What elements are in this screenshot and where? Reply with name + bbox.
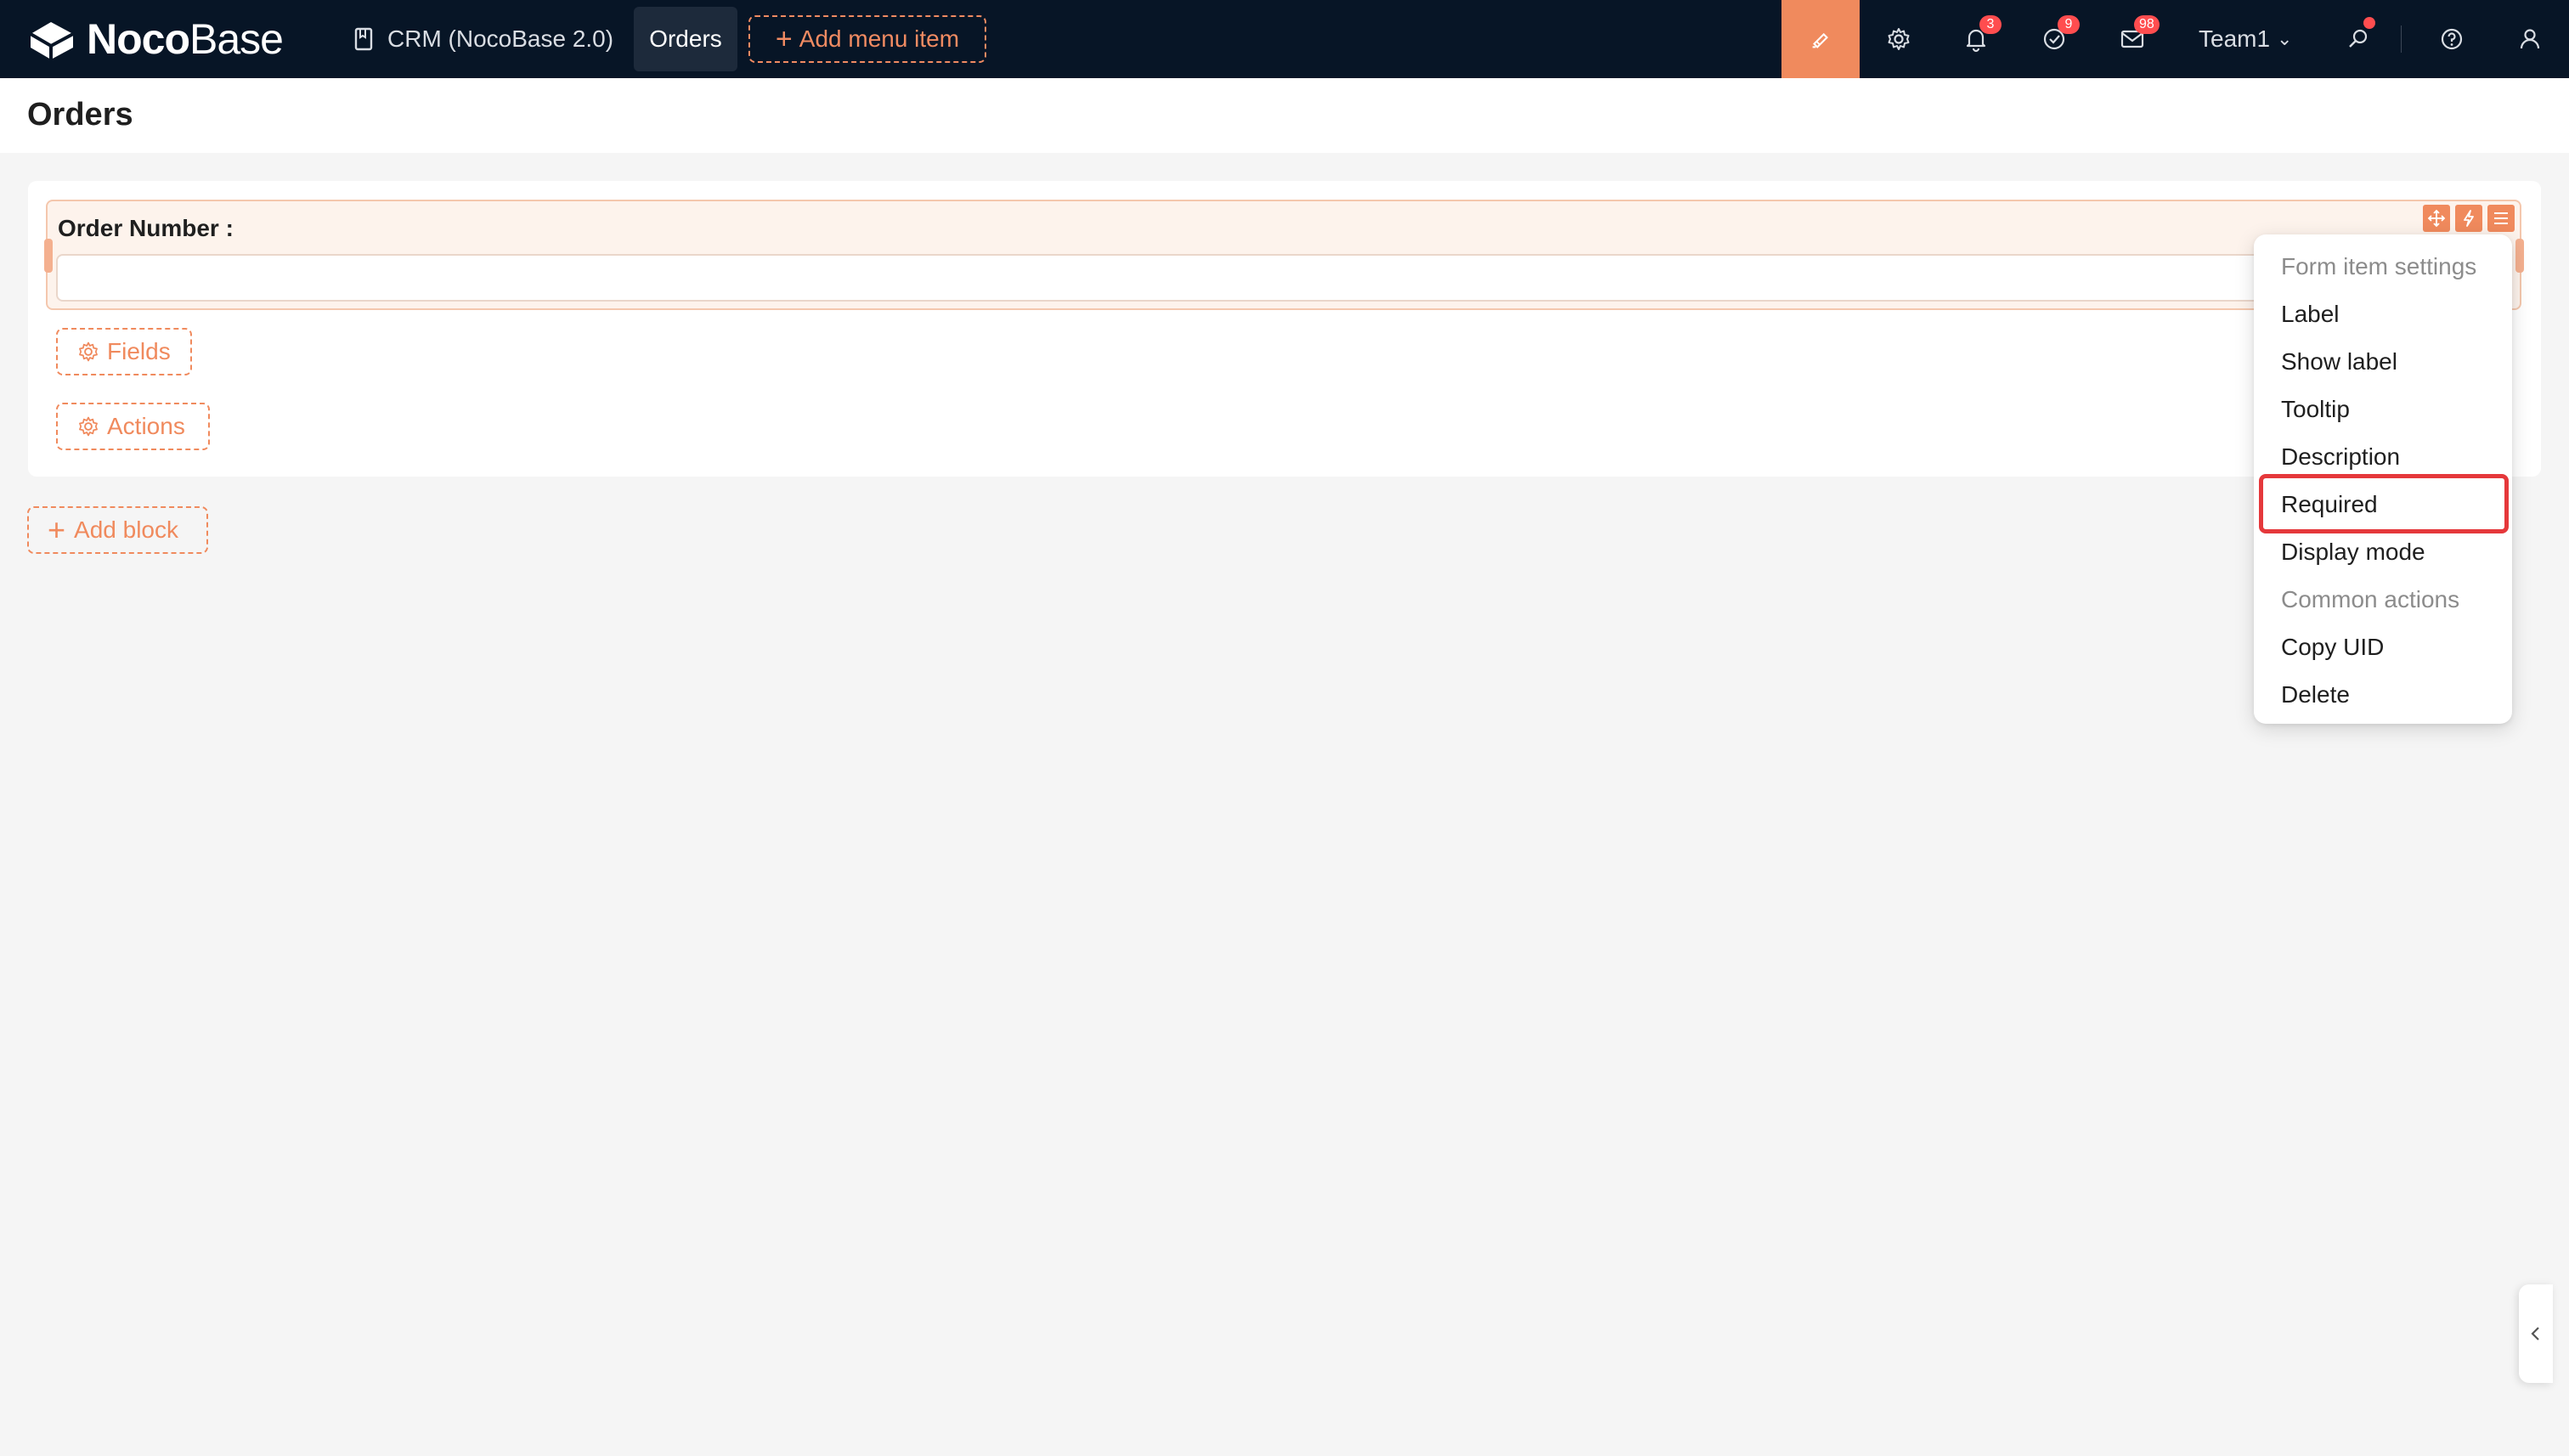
configure-fields-button[interactable]: Fields bbox=[56, 328, 192, 375]
resize-handle-right[interactable] bbox=[2515, 239, 2524, 273]
plus-icon: + bbox=[48, 512, 66, 547]
plus-icon: + bbox=[775, 23, 793, 55]
order-number-label: Order Number : bbox=[58, 215, 234, 241]
page-header: Orders bbox=[0, 78, 2569, 153]
menu-group-common-actions: Common actions bbox=[2281, 586, 2460, 612]
highlighter-icon bbox=[1812, 32, 1828, 48]
page-title: Orders bbox=[27, 97, 133, 133]
configure-actions-button[interactable]: Actions bbox=[56, 403, 210, 450]
side-panel-toggle[interactable] bbox=[2519, 1284, 2553, 1383]
gear-icon bbox=[79, 416, 98, 437]
search-button[interactable] bbox=[2336, 17, 2380, 61]
menu-item-show-label[interactable]: Show label bbox=[2254, 338, 2512, 386]
menu-item-label[interactable]: Label bbox=[2254, 291, 2512, 338]
menu-item-orders[interactable]: Orders bbox=[634, 7, 737, 71]
navbar-divider bbox=[2401, 25, 2402, 53]
menu-item-display-mode[interactable]: Display mode bbox=[2254, 528, 2512, 576]
add-block-label: Add block bbox=[74, 516, 178, 543]
order-number-input[interactable] bbox=[56, 254, 2503, 302]
menu-item-crm[interactable]: CRM (NocoBase 2.0) bbox=[340, 7, 627, 71]
resize-handle-left[interactable] bbox=[44, 239, 53, 273]
team-switcher[interactable]: Team1 ⌄ bbox=[2199, 22, 2292, 56]
top-navbar: NocoBase CRM (NocoBase 2.0) Orders + Add… bbox=[0, 0, 2569, 78]
settings-button[interactable] bbox=[1877, 17, 1921, 61]
question-circle-icon bbox=[2441, 28, 2463, 50]
task-badge: 9 bbox=[2058, 15, 2080, 34]
actions-button-label: Actions bbox=[107, 413, 185, 439]
nocobase-logo-icon bbox=[29, 22, 74, 59]
lightning-icon bbox=[2464, 210, 2474, 227]
fields-button-label: Fields bbox=[107, 338, 171, 364]
search-icon bbox=[2349, 29, 2368, 48]
help-button[interactable] bbox=[2430, 17, 2474, 61]
nocobase-logo[interactable]: NocoBase bbox=[25, 15, 284, 63]
required-highlight-box bbox=[2259, 474, 2509, 533]
user-button[interactable] bbox=[2508, 17, 2552, 61]
logo-text: NocoBase bbox=[87, 15, 284, 63]
linkage-rules-button[interactable] bbox=[2455, 205, 2482, 232]
ui-editor-toggle-button[interactable] bbox=[1781, 0, 1860, 78]
gear-icon bbox=[1888, 28, 1910, 50]
form-item-toolbar bbox=[2423, 205, 2515, 232]
document-icon bbox=[354, 27, 373, 51]
chevron-down-icon: ⌄ bbox=[2277, 28, 2293, 49]
menu-group-form-item-settings: Form item settings bbox=[2281, 253, 2477, 279]
search-dot bbox=[2363, 17, 2375, 29]
mail-button[interactable]: 98 bbox=[2110, 15, 2160, 61]
team-label: Team1 bbox=[2199, 25, 2271, 52]
menu-lines-icon bbox=[2494, 212, 2508, 224]
menu-item-orders-label: Orders bbox=[649, 25, 722, 52]
add-block-button[interactable]: + Add block bbox=[27, 506, 208, 554]
menu-item-crm-label: CRM (NocoBase 2.0) bbox=[387, 25, 614, 52]
gear-icon bbox=[79, 341, 98, 362]
mail-badge: 98 bbox=[2134, 15, 2160, 34]
menu-item-delete[interactable]: Delete bbox=[2254, 671, 2512, 719]
menu-item-tooltip[interactable]: Tooltip bbox=[2254, 386, 2512, 433]
user-icon bbox=[2520, 29, 2540, 49]
notifications-button[interactable]: 3 bbox=[1954, 15, 2002, 61]
menu-item-copy-uid[interactable]: Copy UID bbox=[2254, 624, 2512, 671]
form-item-settings-button[interactable] bbox=[2487, 205, 2515, 232]
chevron-left-icon bbox=[2531, 1327, 2539, 1340]
form-item-order-number[interactable]: Order Number : bbox=[44, 200, 2524, 310]
tasks-button[interactable]: 9 bbox=[2032, 15, 2080, 61]
add-menu-item-label: Add menu item bbox=[799, 25, 960, 52]
drag-move-icon bbox=[2427, 209, 2446, 228]
notification-badge: 3 bbox=[1979, 15, 2002, 34]
add-menu-item-button[interactable]: + Add menu item bbox=[748, 15, 986, 63]
drag-button[interactable] bbox=[2423, 205, 2450, 232]
